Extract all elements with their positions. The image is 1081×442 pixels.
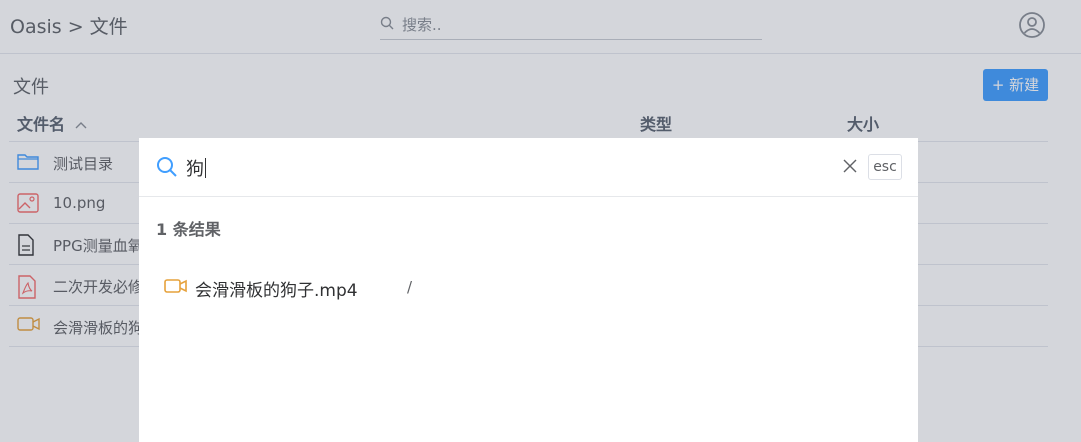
text-caret	[205, 158, 206, 178]
search-dialog: 狗 esc 1 条结果 会滑滑板的狗子.mp4 /	[139, 138, 918, 442]
result-count: 1 条结果	[156, 220, 221, 239]
result-file-path: /	[407, 278, 413, 296]
video-icon	[164, 278, 188, 298]
search-query-input[interactable]: 狗	[186, 155, 206, 181]
esc-button[interactable]: esc	[868, 154, 902, 180]
clear-icon[interactable]	[842, 158, 858, 178]
search-icon	[156, 156, 178, 182]
search-result-item[interactable]: 会滑滑板的狗子.mp4 /	[139, 268, 918, 308]
search-dialog-input-bar: 狗 esc	[139, 138, 918, 197]
result-file-name[interactable]: 会滑滑板的狗子.mp4	[195, 276, 358, 301]
search-query-text: 狗	[186, 159, 204, 180]
